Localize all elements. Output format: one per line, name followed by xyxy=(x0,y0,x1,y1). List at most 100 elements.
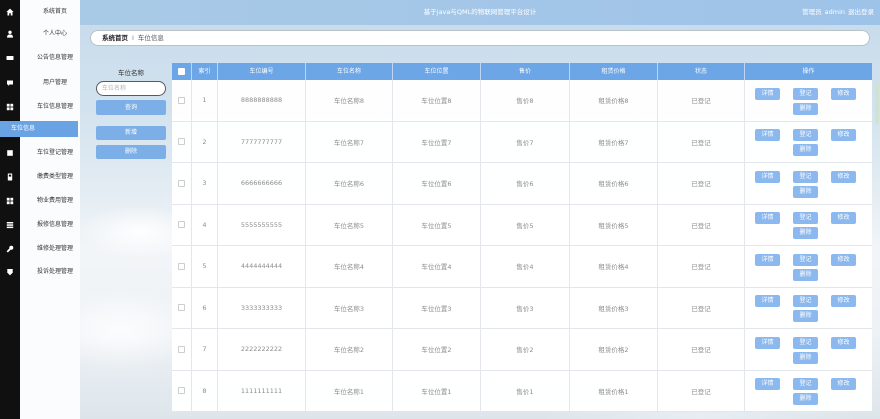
index-cell: 4 xyxy=(192,204,218,245)
sidebar-item-notices[interactable]: 公告信息管理 xyxy=(0,47,80,69)
header-code[interactable]: 车位编号 xyxy=(218,63,306,80)
register-button[interactable]: 登记 xyxy=(793,336,818,349)
sidebar-item-users[interactable]: 用户管理 xyxy=(0,72,80,94)
sidebar-item-label: 投诉处理管理 xyxy=(36,268,73,275)
register-button[interactable]: 登记 xyxy=(793,295,818,308)
row-checkbox[interactable] xyxy=(178,345,185,353)
detail-button[interactable]: 详情 xyxy=(755,212,780,225)
sidebar-item-parking-management[interactable]: 车位信息管理 xyxy=(0,96,80,118)
delete-button[interactable]: 删除 xyxy=(793,185,818,198)
edit-button[interactable]: 修改 xyxy=(831,129,856,142)
header-status[interactable]: 状态 xyxy=(658,63,745,80)
search-input[interactable] xyxy=(96,81,166,96)
delete-button[interactable]: 删除 xyxy=(793,310,818,323)
table-header: 索引 车位编号 车位名称 车位位置 售价 租赁价格 状态 操作 xyxy=(172,63,872,80)
card-icon xyxy=(6,56,14,60)
sidebar-item-repair-requests[interactable]: 报修信息管理 xyxy=(0,214,80,236)
actions-cell: 详情 登记 修改 删除 xyxy=(745,163,872,204)
delete-button[interactable]: 删除 xyxy=(793,144,818,157)
detail-button[interactable]: 详情 xyxy=(755,295,780,308)
price-cell: 售价7 xyxy=(481,121,570,162)
table-row: 2 7777777777 车位名称7 车位位置7 售价7 租赁价格7 已登记 详情 登记 修改 删除 xyxy=(172,121,872,163)
price-cell: 售价4 xyxy=(481,246,570,287)
sidebar-item-repair-handling[interactable]: 维修处理管理 xyxy=(0,238,80,260)
shield-icon xyxy=(7,269,13,276)
sidebar-item-property-fees[interactable]: 物业费用管理 xyxy=(0,190,80,212)
sidebar-item-payment-types[interactable]: 缴费类型管理 xyxy=(0,166,80,188)
checkbox-cell xyxy=(172,246,192,287)
edit-button[interactable]: 修改 xyxy=(831,295,856,308)
edit-button[interactable]: 修改 xyxy=(831,378,856,391)
register-button[interactable]: 登记 xyxy=(793,212,818,225)
header-price[interactable]: 售价 xyxy=(481,63,570,80)
delete-button[interactable]: 删除 xyxy=(793,102,818,115)
row-checkbox[interactable] xyxy=(178,262,185,270)
delete-button[interactable]: 删除 xyxy=(793,268,818,281)
delete-button[interactable]: 删除 xyxy=(793,393,818,406)
detail-button[interactable]: 详情 xyxy=(755,336,780,349)
sidebar-item-label: 维修处理管理 xyxy=(36,245,73,252)
index-cell: 8 xyxy=(192,370,218,411)
sidebar-subitem-parking-info[interactable]: 车位信息 xyxy=(0,121,78,137)
register-button[interactable]: 登记 xyxy=(793,129,818,142)
row-checkbox[interactable] xyxy=(178,221,185,229)
batch-delete-button[interactable]: 删除 xyxy=(96,145,166,159)
grid-icon xyxy=(6,197,14,205)
page-scrollbar[interactable] xyxy=(875,82,879,124)
select-all-checkbox[interactable] xyxy=(178,68,185,75)
edit-button[interactable]: 修改 xyxy=(831,336,856,349)
index-cell: 1 xyxy=(192,80,218,121)
logout-link[interactable]: 退出登录 xyxy=(848,8,874,16)
breadcrumb-home[interactable]: 系统首页 xyxy=(102,34,128,42)
price-cell: 售价3 xyxy=(481,287,570,328)
parking-code-cell: 4444444444 xyxy=(218,246,306,287)
row-checkbox[interactable] xyxy=(178,387,185,395)
detail-button[interactable]: 详情 xyxy=(755,253,780,266)
delete-button[interactable]: 删除 xyxy=(793,227,818,240)
parking-name-cell: 车位名称7 xyxy=(306,121,393,162)
user-info: 管理员 admin 退出登录 xyxy=(799,0,874,25)
price-cell: 售价5 xyxy=(481,204,570,245)
rent-price-cell: 租赁价格5 xyxy=(570,204,658,245)
sidebar-item-complaints[interactable]: 投诉处理管理 xyxy=(0,261,80,283)
row-checkbox[interactable] xyxy=(178,179,185,187)
row-checkbox[interactable] xyxy=(178,304,185,312)
detail-button[interactable]: 详情 xyxy=(755,170,780,183)
edit-button[interactable]: 修改 xyxy=(831,253,856,266)
register-button[interactable]: 登记 xyxy=(793,87,818,100)
sidebar-item-parking-register[interactable]: 车位登记管理 xyxy=(0,142,80,164)
row-checkbox[interactable] xyxy=(178,96,185,104)
header-rent[interactable]: 租赁价格 xyxy=(570,63,658,80)
parking-table: 索引 车位编号 车位名称 车位位置 售价 租赁价格 状态 操作 1 8888888… xyxy=(172,63,872,412)
user-icon xyxy=(7,30,13,38)
detail-button[interactable]: 详情 xyxy=(755,87,780,100)
header-location[interactable]: 车位位置 xyxy=(393,63,481,80)
edit-button[interactable]: 修改 xyxy=(831,170,856,183)
edit-button[interactable]: 修改 xyxy=(831,212,856,225)
checkbox-cell xyxy=(172,287,192,328)
document-icon xyxy=(7,173,13,181)
add-button[interactable]: 新增 xyxy=(96,126,166,140)
parking-code-cell: 5555555555 xyxy=(218,204,306,245)
query-button[interactable]: 查询 xyxy=(96,100,166,115)
register-button[interactable]: 登记 xyxy=(793,378,818,391)
header-name[interactable]: 车位名称 xyxy=(306,63,393,80)
sidebar-item-profile[interactable]: 个人中心 xyxy=(0,23,80,45)
parking-name-cell: 车位名称4 xyxy=(306,246,393,287)
register-button[interactable]: 登记 xyxy=(793,170,818,183)
actions-cell: 详情 登记 修改 删除 xyxy=(745,329,872,370)
home-icon xyxy=(6,8,14,16)
sidebar-item-label: 个人中心 xyxy=(42,30,67,37)
delete-button[interactable]: 删除 xyxy=(793,351,818,364)
status-cell: 已登记 xyxy=(658,329,745,370)
parking-name-cell: 车位名称5 xyxy=(306,204,393,245)
rent-price-cell: 租赁价格8 xyxy=(570,80,658,121)
parking-name-cell: 车位名称8 xyxy=(306,80,393,121)
register-button[interactable]: 登记 xyxy=(793,253,818,266)
header-index: 索引 xyxy=(192,63,218,80)
edit-button[interactable]: 修改 xyxy=(831,87,856,100)
sidebar-item-home[interactable]: 系统首页 xyxy=(0,1,80,23)
detail-button[interactable]: 详情 xyxy=(755,129,780,142)
row-checkbox[interactable] xyxy=(178,138,185,146)
detail-button[interactable]: 详情 xyxy=(755,378,780,391)
